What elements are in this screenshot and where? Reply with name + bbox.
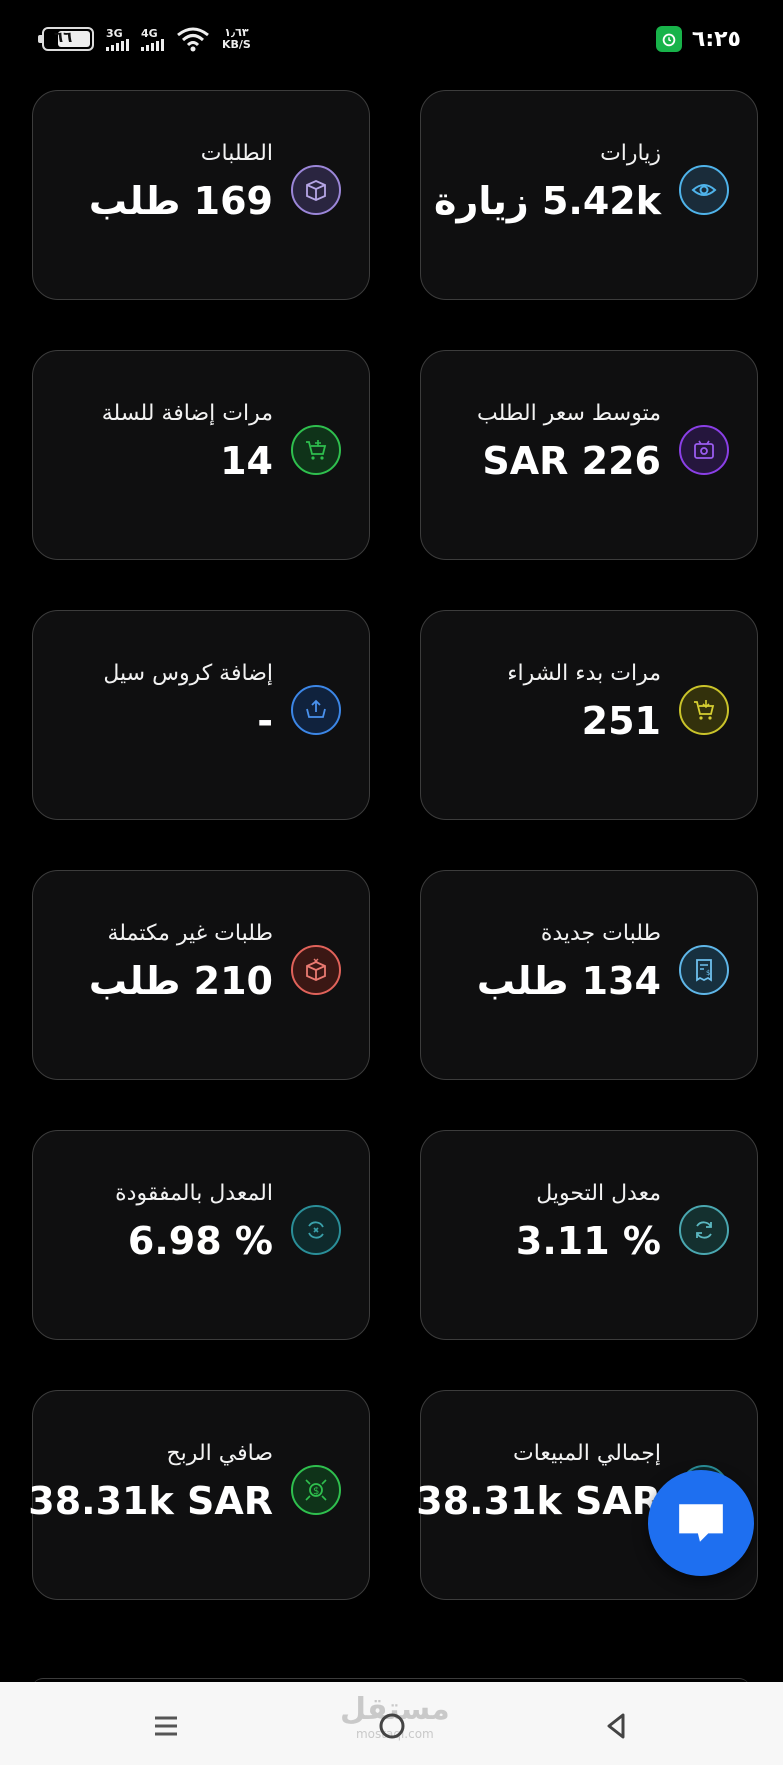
menu-icon xyxy=(155,1716,177,1736)
cart-download-icon xyxy=(679,685,729,735)
box-cancel-icon xyxy=(291,945,341,995)
stat-card-new-orders[interactable]: طلبات جديدة 134 طلب $ xyxy=(420,870,758,1080)
stat-card-visits[interactable]: زيارات 5.42k زيارة xyxy=(420,90,758,300)
chat-icon xyxy=(679,1504,723,1542)
back-button[interactable] xyxy=(596,1706,636,1746)
system-nav-bar: مستقل mostaql.com xyxy=(0,1682,783,1765)
status-bar: ٦٦ 3G 4G ١٫٦٣ KB/S ٦:٢٥ xyxy=(0,0,783,72)
wifi-icon xyxy=(177,27,209,52)
status-right: ٦:٢٥ xyxy=(655,26,741,52)
card-title: المعدل بالمفقودة xyxy=(115,1181,273,1206)
svg-text:$: $ xyxy=(313,1486,319,1497)
upload-cart-icon xyxy=(291,685,341,735)
box-icon xyxy=(291,165,341,215)
chat-button[interactable] xyxy=(648,1470,754,1576)
card-title: مرات إضافة للسلة xyxy=(101,401,273,426)
home-button[interactable] xyxy=(372,1706,412,1746)
signal-bars-icon xyxy=(106,38,129,51)
stat-card-lost-rate[interactable]: المعدل بالمفقودة % 6.98 xyxy=(32,1130,370,1340)
back-triangle-icon xyxy=(607,1713,625,1739)
card-value: SAR 226 xyxy=(482,439,661,483)
card-title: إضافة كروس سيل xyxy=(103,661,273,686)
card-title: متوسط سعر الطلب xyxy=(476,401,661,426)
battery-level: ٦٦ xyxy=(54,28,73,46)
svg-text:$: $ xyxy=(706,969,710,977)
stat-card-cross-sell[interactable]: إضافة كروس سيل - xyxy=(32,610,370,820)
signal-bars-icon xyxy=(141,38,164,51)
card-value: % 3.11 xyxy=(515,1219,661,1263)
signal-4g: 4G xyxy=(141,28,164,51)
stat-card-avg-order-price[interactable]: متوسط سعر الطلب SAR 226 xyxy=(420,350,758,560)
network-label-2: 4G xyxy=(141,26,158,40)
card-value: 251 xyxy=(581,699,661,743)
refresh-icon xyxy=(679,1205,729,1255)
alarm-icon xyxy=(655,26,682,52)
battery-icon: ٦٦ xyxy=(38,27,94,51)
wallet-icon xyxy=(679,425,729,475)
signal-3g: 3G xyxy=(106,28,129,51)
card-value: 134 طلب xyxy=(476,959,661,1003)
speed-unit: KB/S xyxy=(222,38,251,51)
network-label-1: 3G xyxy=(106,26,123,40)
card-value: 38.31k SAR xyxy=(416,1479,661,1523)
stat-card-checkout-starts[interactable]: مرات بدء الشراء 251 xyxy=(420,610,758,820)
home-circle-icon xyxy=(379,1713,405,1739)
card-title: مرات بدء الشراء xyxy=(507,661,661,686)
network-speed: ١٫٦٣ KB/S xyxy=(222,27,251,51)
stat-card-add-to-cart[interactable]: مرات إضافة للسلة 14 xyxy=(32,350,370,560)
card-value: 5.42k زيارة xyxy=(434,179,661,223)
card-value: - xyxy=(257,699,273,743)
card-value: 169 طلب xyxy=(88,179,273,223)
receipt-icon: $ xyxy=(679,945,729,995)
status-left: ٦٦ 3G 4G ١٫٦٣ KB/S xyxy=(38,26,251,52)
card-title: طلبات غير مكتملة xyxy=(107,921,273,946)
stat-card-conversion-rate[interactable]: معدل التحويل % 3.11 xyxy=(420,1130,758,1340)
eye-icon xyxy=(679,165,729,215)
refresh-cancel-icon xyxy=(291,1205,341,1255)
card-title: إجمالي المبيعات xyxy=(512,1441,661,1466)
card-title: زيارات xyxy=(600,141,661,166)
card-value: 14 xyxy=(220,439,273,483)
card-title: معدل التحويل xyxy=(536,1181,661,1206)
card-value: % 6.98 xyxy=(127,1219,273,1263)
card-value: 38.31k SAR xyxy=(28,1479,273,1523)
card-title: الطلبات xyxy=(200,141,273,166)
card-value: 210 طلب xyxy=(88,959,273,1003)
card-title: طلبات جديدة xyxy=(540,921,661,946)
clock: ٦:٢٥ xyxy=(691,26,741,52)
stat-card-net-profit[interactable]: صافي الربح 38.31k SAR $ xyxy=(28,1390,370,1600)
menu-button[interactable] xyxy=(146,1706,186,1746)
stat-card-incomplete-orders[interactable]: طلبات غير مكتملة 210 طلب xyxy=(32,870,370,1080)
cart-add-icon xyxy=(291,425,341,475)
money-icon: $ xyxy=(291,1465,341,1515)
stat-card-orders[interactable]: الطلبات 169 طلب xyxy=(32,90,370,300)
card-title: صافي الربح xyxy=(166,1441,273,1466)
